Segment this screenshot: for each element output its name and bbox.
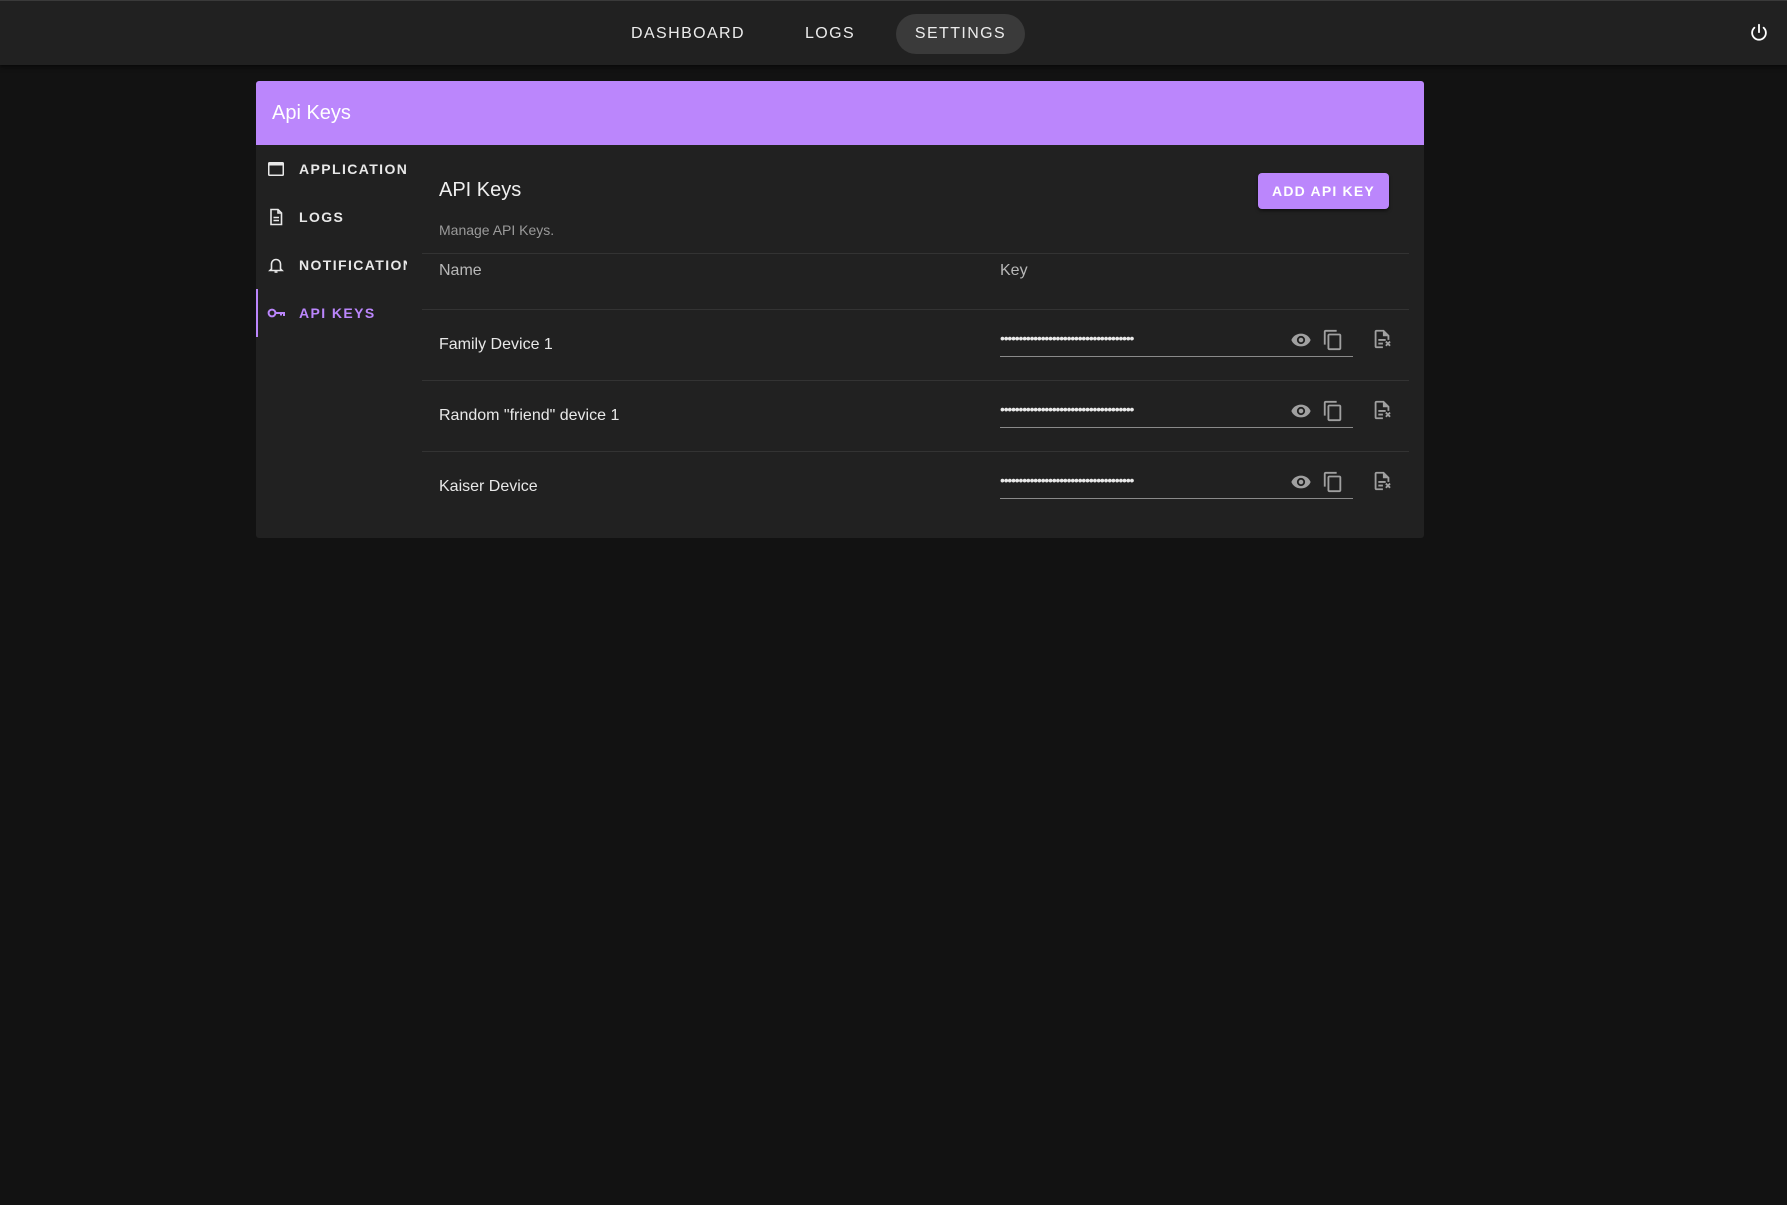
side-item-label: NOTIFICATIONS: [299, 257, 407, 273]
api-key-field[interactable]: ••••••••••••••••••••••••••••••••••••: [1000, 397, 1353, 428]
column-header-key: Key: [1000, 262, 1028, 279]
section-subtitle: Manage API Keys.: [439, 222, 555, 238]
key-icon: [267, 304, 285, 322]
delete-key-icon[interactable]: [1369, 326, 1395, 352]
bell-icon: [267, 256, 285, 274]
add-api-key-button[interactable]: ADD API KEY: [1258, 173, 1389, 209]
api-key-field[interactable]: ••••••••••••••••••••••••••••••••••••: [1000, 326, 1353, 357]
side-item-label: APPLICATION: [299, 161, 407, 177]
api-key-name: Family Device 1: [439, 336, 553, 353]
divider: [422, 253, 1409, 254]
nav-tab-dashboard[interactable]: DASHBOARD: [620, 14, 756, 54]
nav-tab-settings[interactable]: SETTINGS: [896, 14, 1025, 54]
card-header-title: Api Keys: [256, 81, 1424, 145]
delete-key-icon[interactable]: [1369, 397, 1395, 423]
eye-icon[interactable]: [1288, 327, 1314, 353]
settings-card: Api Keys APPLICATION LOGS NOTIFICATIO AP…: [256, 81, 1424, 538]
top-app-bar: DASHBOARD LOGS SETTINGS: [0, 0, 1787, 65]
side-item-label: API KEYS: [299, 305, 376, 321]
side-item-notifications[interactable]: NOTIFICATIONS: [256, 241, 407, 289]
document-icon: [267, 208, 285, 226]
api-key-masked-value: ••••••••••••••••••••••••••••••••••••: [1000, 472, 1134, 488]
table-row: Kaiser Device ••••••••••••••••••••••••••…: [422, 452, 1409, 523]
application-window-icon: [267, 160, 285, 178]
eye-icon[interactable]: [1288, 398, 1314, 424]
api-keys-panel: API Keys Manage API Keys. ADD API KEY Na…: [422, 145, 1409, 538]
delete-key-icon[interactable]: [1369, 468, 1395, 494]
api-key-masked-value: ••••••••••••••••••••••••••••••••••••: [1000, 401, 1134, 417]
api-key-masked-value: ••••••••••••••••••••••••••••••••••••: [1000, 330, 1134, 346]
side-item-label: LOGS: [299, 209, 345, 225]
nav-tab-logs[interactable]: LOGS: [790, 14, 870, 54]
column-header-name: Name: [439, 262, 482, 279]
table-row: Family Device 1 ••••••••••••••••••••••••…: [422, 310, 1409, 381]
copy-icon[interactable]: [1320, 469, 1346, 495]
power-icon[interactable]: [1748, 22, 1770, 44]
api-key-name: Kaiser Device: [439, 478, 538, 495]
api-key-field[interactable]: ••••••••••••••••••••••••••••••••••••: [1000, 468, 1353, 499]
settings-side-menu: APPLICATION LOGS NOTIFICATIONS: [256, 145, 407, 538]
table-row: Random "friend" device 1 •••••••••••••••…: [422, 381, 1409, 452]
copy-icon[interactable]: [1320, 327, 1346, 353]
eye-icon[interactable]: [1288, 469, 1314, 495]
side-item-api-keys[interactable]: API KEYS: [256, 289, 407, 337]
copy-icon[interactable]: [1320, 398, 1346, 424]
section-title: API Keys: [439, 179, 522, 201]
api-key-name: Random "friend" device 1: [439, 407, 620, 424]
side-item-logs[interactable]: LOGS: [256, 193, 407, 241]
side-item-application[interactable]: APPLICATION: [256, 145, 407, 193]
